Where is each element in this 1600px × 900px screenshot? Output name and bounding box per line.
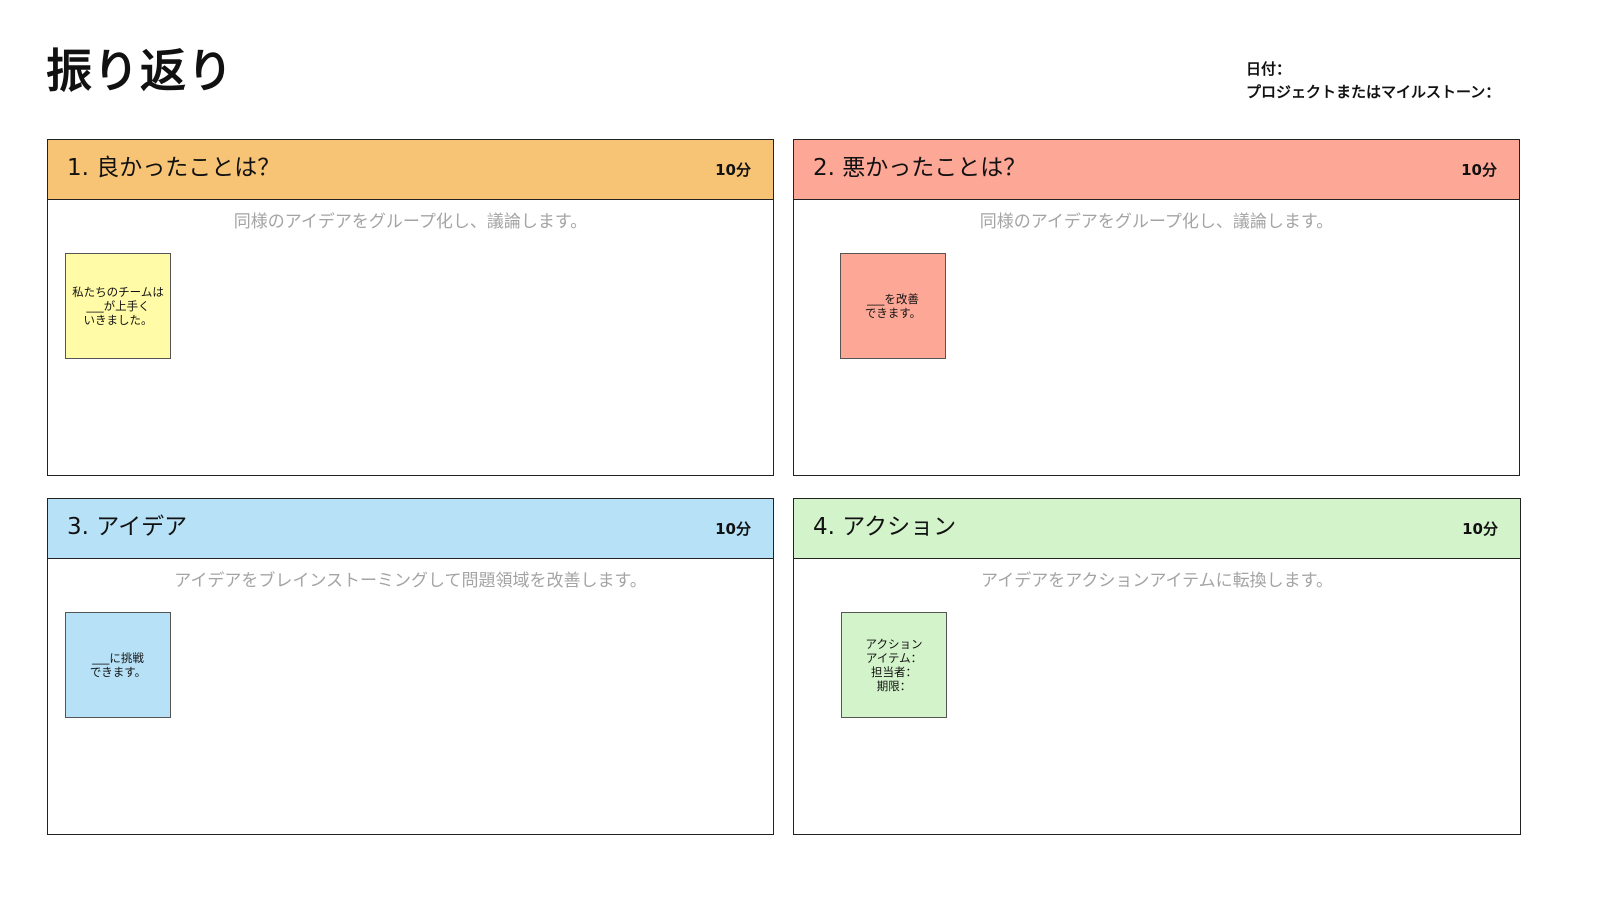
panel-went-wrong[interactable]: 2. 悪かったことは？ 10分 同様のアイデアをグループ化し、議論します。 __… bbox=[793, 139, 1520, 476]
panel-description: 同様のアイデアをグループ化し、議論します。 bbox=[979, 212, 1334, 232]
panel-time: 10分 bbox=[1462, 520, 1498, 538]
panel-went-well[interactable]: 1. 良かったことは？ 10分 同様のアイデアをグループ化し、議論します。 私た… bbox=[47, 139, 774, 476]
sticky-note[interactable]: ___に挑戦 できます。 bbox=[65, 612, 171, 718]
panel-time: 10分 bbox=[1461, 161, 1497, 179]
page-title: 振り返り bbox=[46, 44, 234, 98]
meta-info: 日付： プロジェクトまたはマイルストーン： bbox=[1246, 58, 1500, 104]
sticky-note[interactable]: 私たちのチームは ___が上手く いきました。 bbox=[65, 253, 171, 359]
project-label[interactable]: プロジェクトまたはマイルストーン： bbox=[1246, 81, 1500, 104]
panel-actions[interactable]: 4. アクション 10分 アイデアをアクションアイテムに転換します。 アクション… bbox=[793, 498, 1521, 835]
panel-title: 4. アクション bbox=[813, 514, 957, 540]
panel-header: 1. 良かったことは？ 10分 bbox=[48, 140, 773, 200]
date-label[interactable]: 日付： bbox=[1246, 58, 1500, 81]
sticky-note[interactable]: アクション アイテム： 担当者： 期限： bbox=[841, 612, 947, 718]
panel-time: 10分 bbox=[715, 161, 751, 179]
panel-description: アイデアをアクションアイテムに転換します。 bbox=[981, 571, 1333, 591]
panel-title: 1. 良かったことは？ bbox=[67, 155, 281, 181]
panel-title: 3. アイデア bbox=[67, 514, 188, 540]
panel-ideas[interactable]: 3. アイデア 10分 アイデアをブレインストーミングして問題領域を改善します。… bbox=[47, 498, 774, 835]
panel-description: アイデアをブレインストーミングして問題領域を改善します。 bbox=[174, 571, 647, 591]
panel-header: 4. アクション 10分 bbox=[794, 499, 1520, 559]
panel-header: 3. アイデア 10分 bbox=[48, 499, 773, 559]
sticky-note[interactable]: ___を改善 できます。 bbox=[840, 253, 946, 359]
panel-title: 2. 悪かったことは？ bbox=[813, 155, 1027, 181]
panel-time: 10分 bbox=[715, 520, 751, 538]
panel-header: 2. 悪かったことは？ 10分 bbox=[794, 140, 1519, 200]
panel-description: 同様のアイデアをグループ化し、議論します。 bbox=[233, 212, 588, 232]
